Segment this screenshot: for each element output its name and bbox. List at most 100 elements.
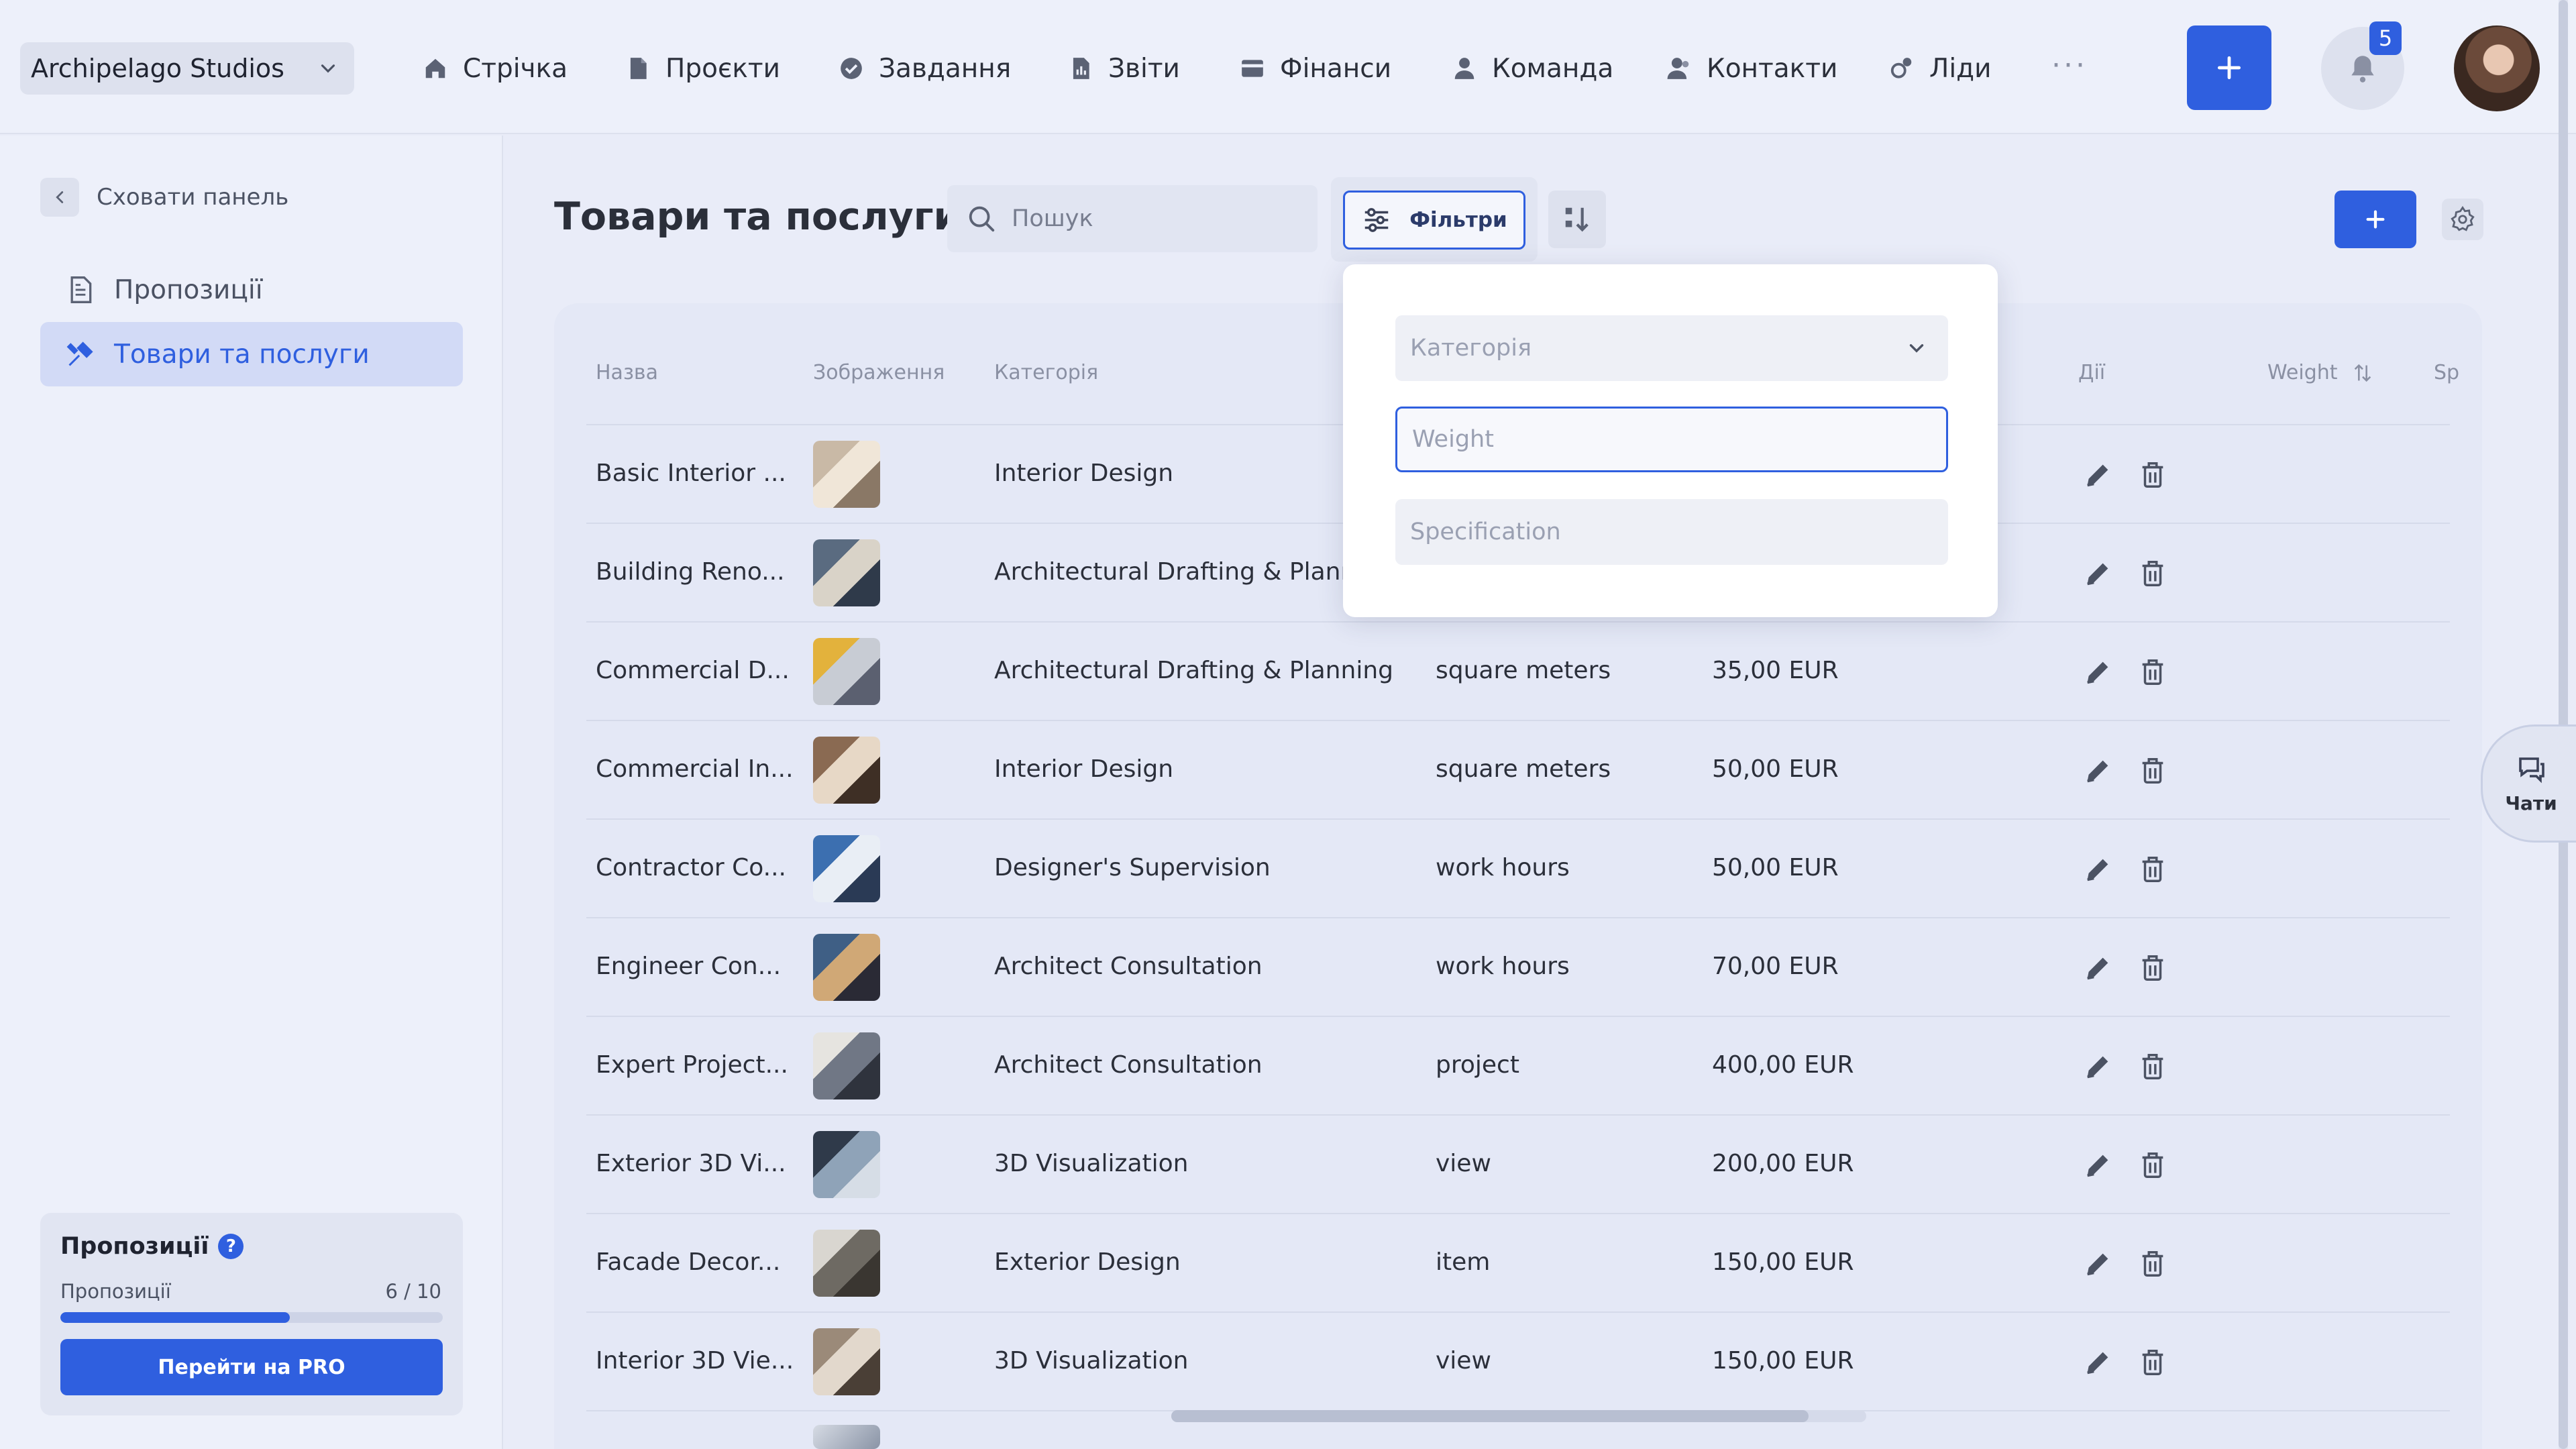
nav-item-reports[interactable]: Звіти (1068, 48, 1180, 89)
edit-icon[interactable] (2082, 953, 2113, 983)
row-name[interactable]: Facade Decor... (596, 1248, 780, 1276)
row-unit: work hours (1436, 853, 1570, 881)
row-image[interactable] (813, 1425, 880, 1449)
row-price: 150,00 EUR (1712, 1346, 1854, 1375)
search-input[interactable] (1012, 205, 1307, 232)
row-name[interactable]: Engineer Con... (596, 953, 781, 980)
create-new-button[interactable] (2187, 25, 2271, 110)
row-image[interactable] (813, 933, 880, 1001)
row-category: 3D Visualization (994, 1346, 1189, 1375)
nav-item-contacts[interactable]: Контакти (1666, 48, 1837, 89)
row-name[interactable]: Commercial In... (596, 755, 794, 783)
edit-icon[interactable] (2082, 755, 2113, 786)
column-header-specification: Sp (2434, 361, 2460, 384)
trash-icon[interactable] (2137, 1248, 2168, 1279)
search-box[interactable] (947, 185, 1318, 252)
row-category: Designer's Supervision (994, 853, 1271, 881)
trash-icon[interactable] (2137, 953, 2168, 983)
tools-icon (66, 341, 93, 366)
row-image[interactable] (813, 1130, 880, 1198)
weight-filter-input[interactable] (1412, 426, 1922, 453)
nav-item-team[interactable]: Команда (1452, 48, 1613, 89)
edit-icon[interactable] (2082, 558, 2113, 589)
nav-item-feed[interactable]: Стрічка (423, 48, 568, 89)
table-settings-button[interactable] (2442, 199, 2483, 240)
chats-button[interactable]: Чати (2481, 724, 2576, 843)
row-name[interactable]: Basic Interior ... (596, 460, 786, 487)
search-icon (969, 206, 995, 232)
sort-button[interactable] (1548, 191, 1606, 248)
edit-icon[interactable] (2082, 1150, 2113, 1181)
edit-icon[interactable] (2082, 854, 2113, 885)
row-price: 50,00 EUR (1712, 853, 1839, 881)
row-name[interactable]: Exterior 3D Vi... (596, 1150, 786, 1177)
contacts-icon (1667, 58, 1689, 79)
upgrade-pro-button[interactable]: Перейти на PRO (60, 1339, 443, 1395)
specification-filter-input[interactable] (1410, 519, 1920, 545)
row-image[interactable] (813, 835, 880, 902)
sidebar-item-products-services[interactable]: Товари та послуги (40, 322, 463, 386)
trash-icon[interactable] (2137, 755, 2168, 786)
trash-icon[interactable] (2137, 460, 2168, 490)
company-selector[interactable]: Archipelago Studios (20, 42, 354, 95)
row-image[interactable] (813, 539, 880, 606)
nav-item-projects[interactable]: Проєкти (625, 48, 780, 89)
nav-item-tasks[interactable]: Завдання (839, 48, 1011, 89)
row-name[interactable]: Interior 3D Vie... (596, 1347, 794, 1375)
trash-icon[interactable] (2137, 657, 2168, 688)
row-image[interactable] (813, 440, 880, 508)
row-image[interactable] (813, 1032, 880, 1099)
row-image[interactable] (813, 736, 880, 804)
row-unit: square meters (1436, 755, 1611, 783)
column-header-name[interactable]: Назва (596, 361, 658, 384)
hide-panel-button[interactable]: Сховати панель (40, 177, 288, 217)
category-select[interactable]: Категорія (1395, 315, 1948, 381)
help-icon[interactable]: ? (218, 1234, 244, 1259)
filters-button[interactable]: Фільтри (1343, 191, 1525, 250)
edit-icon[interactable] (2082, 657, 2113, 688)
row-name[interactable]: Contractor Co... (596, 854, 786, 881)
category-placeholder: Категорія (1410, 335, 1532, 362)
row-name[interactable]: Commercial D... (596, 657, 790, 684)
weight-filter-field[interactable] (1395, 407, 1948, 472)
trash-icon[interactable] (2137, 854, 2168, 885)
specification-filter-field[interactable] (1395, 499, 1948, 565)
nav-item-leads[interactable]: Ліди (1889, 48, 1991, 89)
row-category: Architectural Drafting & Planning (994, 656, 1393, 684)
row-divider (586, 1016, 2450, 1017)
row-divider (586, 917, 2450, 918)
add-product-button[interactable] (2334, 191, 2416, 248)
row-image[interactable] (813, 637, 880, 705)
row-category: Architectural Drafting & Plannin (994, 557, 1379, 586)
column-header-weight[interactable]: Weight (2267, 361, 2374, 384)
user-avatar[interactable] (2454, 25, 2540, 111)
row-image[interactable] (813, 1229, 880, 1297)
row-image[interactable] (813, 1328, 880, 1395)
row-divider (586, 1114, 2450, 1116)
more-nav-button[interactable]: ··· (2051, 48, 2088, 83)
row-divider (586, 720, 2450, 721)
edit-icon[interactable] (2082, 1051, 2113, 1082)
bell-icon (2351, 56, 2374, 83)
trash-icon[interactable] (2137, 1347, 2168, 1378)
sidebar-item-proposals[interactable]: Пропозиції (40, 258, 463, 322)
horizontal-scrollbar[interactable] (1171, 1410, 1866, 1422)
row-divider (586, 621, 2450, 623)
edit-icon[interactable] (2082, 1347, 2113, 1378)
column-header-category[interactable]: Категорія (994, 361, 1098, 384)
row-price: 35,00 EUR (1712, 656, 1839, 684)
row-name[interactable]: Building Reno... (596, 558, 785, 586)
row-category: Interior Design (994, 459, 1174, 487)
edit-icon[interactable] (2082, 460, 2113, 490)
trash-icon[interactable] (2137, 558, 2168, 589)
report-icon (1073, 58, 1089, 79)
trash-icon[interactable] (2137, 1051, 2168, 1082)
nav-item-finances[interactable]: Фінанси (1240, 48, 1391, 89)
filters-dropdown: Категорія (1343, 264, 1998, 617)
edit-icon[interactable] (2082, 1248, 2113, 1279)
trash-icon[interactable] (2137, 1150, 2168, 1181)
row-divider (586, 1311, 2450, 1313)
row-name[interactable]: Expert Project... (596, 1051, 788, 1079)
filters-label: Фільтри (1409, 208, 1507, 232)
row-price: 150,00 EUR (1712, 1248, 1854, 1276)
